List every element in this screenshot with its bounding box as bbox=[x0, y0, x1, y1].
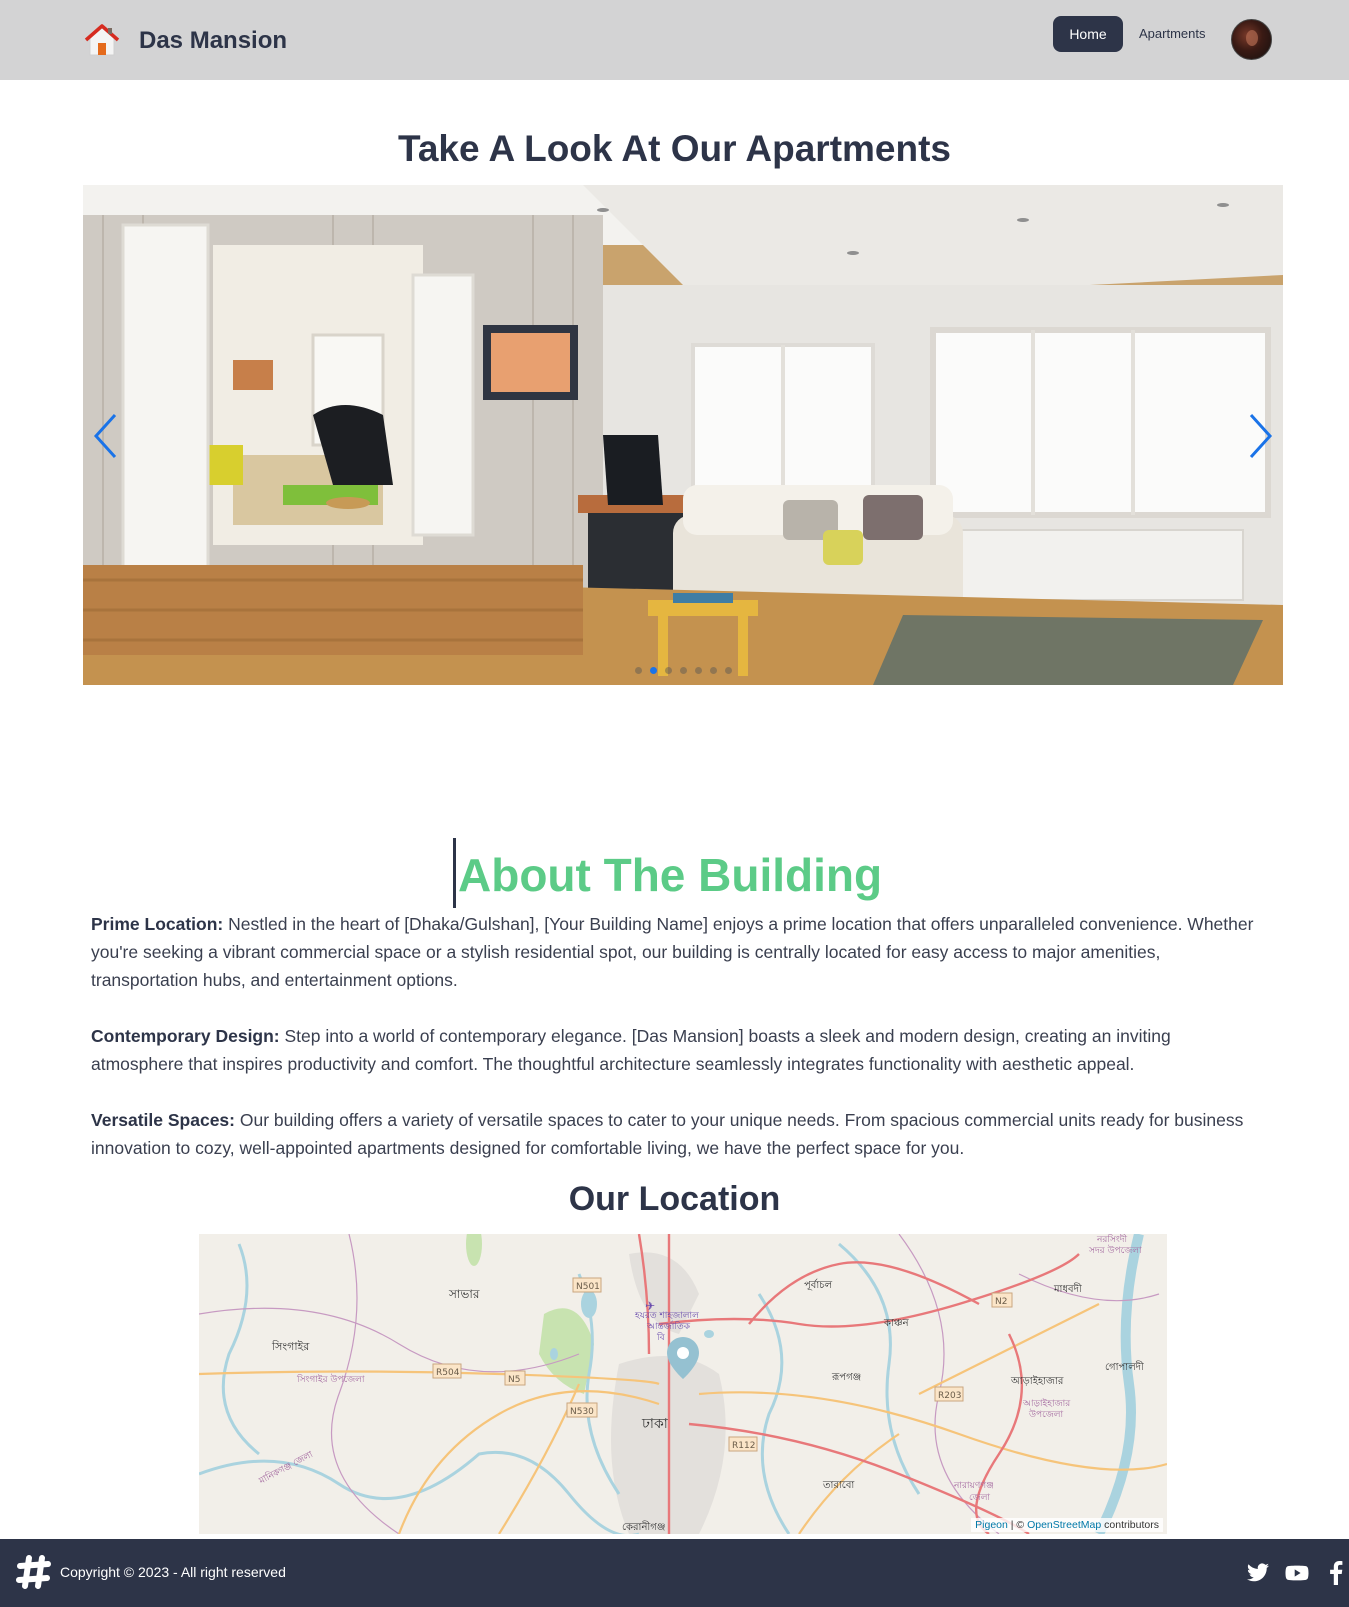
paragraph-label: Prime Location: bbox=[91, 914, 224, 934]
carousel-dot[interactable] bbox=[724, 667, 732, 674]
carousel-dot[interactable] bbox=[634, 667, 642, 674]
twitter-icon[interactable] bbox=[1245, 1561, 1271, 1585]
place-label-narayanganj-1: নারায়ণগঞ্জ bbox=[953, 1481, 994, 1491]
apartment-carousel[interactable] bbox=[83, 185, 1283, 685]
road-label-n5: N5 bbox=[508, 1375, 520, 1385]
road-label-n530: N530 bbox=[570, 1407, 594, 1417]
place-label-rupganj: রূপগঞ্জ bbox=[831, 1372, 861, 1383]
location-section-title: Our Location bbox=[568, 1180, 781, 1218]
carousel-dot[interactable] bbox=[679, 667, 687, 674]
place-label-narsingdi-1: নরসিংদী bbox=[1096, 1234, 1127, 1245]
osm-link[interactable]: OpenStreetMap bbox=[1027, 1519, 1101, 1531]
attribution-contributors: contributors bbox=[1101, 1519, 1159, 1531]
place-label-araihazar-upazila-1: আড়াইহাজার bbox=[1022, 1398, 1071, 1409]
paragraph-text: Our building offers a variety of versati… bbox=[91, 1110, 1244, 1158]
hashtag-logo-icon bbox=[16, 1555, 51, 1589]
carousel-dot[interactable] bbox=[649, 667, 657, 674]
place-label-singair: সিংগাইর bbox=[271, 1340, 310, 1353]
brand-name[interactable]: Das Mansion bbox=[139, 27, 287, 55]
nav-apartments-link[interactable]: Apartments bbox=[1139, 26, 1205, 41]
place-label-gopaldi: গোপালদী bbox=[1105, 1360, 1144, 1373]
map-tiles: N501 N2 R504 N5 N530 R112 R203 সাভার সিং… bbox=[199, 1234, 1167, 1534]
carousel-dot[interactable] bbox=[694, 667, 702, 674]
place-label-airport-3: বি bbox=[656, 1332, 666, 1343]
road-label-n2: N2 bbox=[995, 1297, 1007, 1307]
road-label-n501: N501 bbox=[576, 1282, 600, 1292]
nav-home-button[interactable]: Home bbox=[1053, 16, 1123, 52]
paragraph-label: Contemporary Design: bbox=[91, 1026, 280, 1046]
carousel-slide-image bbox=[83, 185, 1283, 685]
house-icon[interactable] bbox=[84, 22, 120, 58]
airport-icon: ✈ bbox=[645, 1299, 655, 1313]
chevron-right-icon[interactable] bbox=[1245, 413, 1275, 459]
road-label-r112: R112 bbox=[732, 1441, 755, 1451]
user-avatar[interactable] bbox=[1231, 19, 1272, 60]
about-paragraph-spaces: Versatile Spaces: Our building offers a … bbox=[91, 1106, 1266, 1162]
place-label-singair-upazila: সিংগাইর উপজেলা bbox=[296, 1373, 365, 1385]
pigeon-link[interactable]: Pigeon bbox=[975, 1519, 1008, 1531]
place-label-kanchan: কাঞ্চন bbox=[883, 1318, 910, 1329]
about-paragraph-location: Prime Location: Nestled in the heart of … bbox=[91, 910, 1266, 994]
paragraph-label: Versatile Spaces: bbox=[91, 1110, 235, 1130]
place-label-keraniganj: কেরানীগঞ্জ bbox=[622, 1520, 665, 1533]
paragraph-text: Nestled in the heart of [Dhaka/Gulshan],… bbox=[91, 914, 1254, 990]
map-pin-icon[interactable] bbox=[666, 1336, 700, 1380]
navbar: Das Mansion Home Apartments bbox=[0, 0, 1349, 80]
about-paragraph-design: Contemporary Design: Step into a world o… bbox=[91, 1022, 1266, 1078]
place-label-narsingdi-2: সদর উপজেলা bbox=[1088, 1244, 1142, 1256]
place-label-araihazar-upazila-2: উপজেলা bbox=[1028, 1408, 1063, 1420]
place-label-araihazar: আড়াইহাজার bbox=[1010, 1375, 1064, 1387]
place-label-airport-1: হযরত শাহজালাল bbox=[634, 1311, 699, 1321]
place-label-dhaka: ঢাকা bbox=[641, 1416, 669, 1432]
chevron-left-icon[interactable] bbox=[91, 413, 121, 459]
apartments-section-title: Take A Look At Our Apartments bbox=[397, 128, 951, 169]
about-section-title: About The Building bbox=[453, 838, 882, 908]
attribution-separator: | © bbox=[1007, 1519, 1028, 1531]
carousel-dot[interactable] bbox=[664, 667, 672, 674]
copyright-text: Copyright © 2023 - All right reserved bbox=[60, 1564, 286, 1580]
map-attribution: Pigeon | © OpenStreetMap contributors bbox=[971, 1518, 1163, 1532]
place-label-madhabdi: মাধবদী bbox=[1053, 1282, 1082, 1295]
place-label-narayanganj-2: জেলা bbox=[969, 1493, 990, 1503]
road-label-r203: R203 bbox=[938, 1391, 961, 1401]
carousel-dot[interactable] bbox=[709, 667, 717, 674]
footer: Copyright © 2023 - All right reserved bbox=[0, 1539, 1349, 1607]
location-map[interactable]: N501 N2 R504 N5 N530 R112 R203 সাভার সিং… bbox=[199, 1234, 1167, 1534]
place-label-tarabo: তারাবো bbox=[822, 1480, 855, 1491]
road-label-r504: R504 bbox=[436, 1368, 460, 1378]
carousel-pagination bbox=[83, 667, 1283, 674]
facebook-icon[interactable] bbox=[1327, 1561, 1345, 1585]
place-label-purbachal: পূর্বাচল bbox=[804, 1279, 833, 1291]
place-label-airport-2: আন্তর্জাতিক bbox=[646, 1321, 691, 1332]
youtube-icon[interactable] bbox=[1284, 1561, 1310, 1585]
place-label-savar: সাভার bbox=[448, 1287, 480, 1301]
